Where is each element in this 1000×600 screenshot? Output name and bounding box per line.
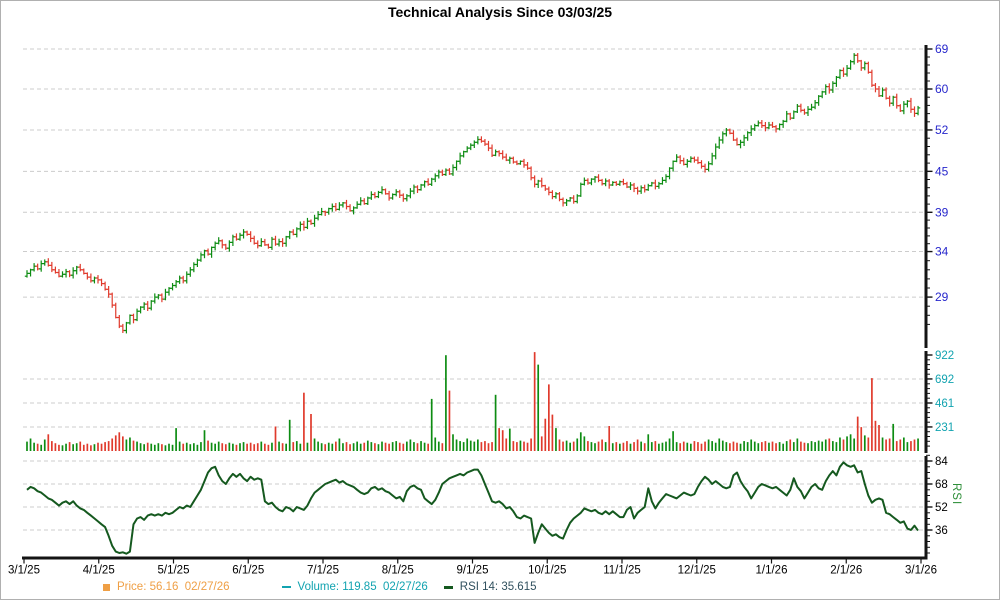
technical-analysis-chart: Technical Analysis Since 03/03/25 696052… — [0, 0, 1000, 600]
chart-canvas: 69 60 52 45 39 34 29 922 692 461 231 84 68 52 36 RSI 3/1… — [1, 1, 1000, 600]
svg-text:2/1/26: 2/1/26 — [830, 565, 862, 577]
svg-text:692: 692 — [935, 374, 954, 386]
x-axis: 3/1/25 4/1/25 5/1/25 6/1/25 7/1/25 8/1/25 9/1/… — [8, 558, 937, 577]
svg-text:4/1/25: 4/1/25 — [83, 565, 115, 577]
legend-item-rsi: RSI 14: 35.615 — [444, 581, 537, 593]
svg-text:52: 52 — [935, 502, 948, 514]
legend-price-text: Price: 56.16 02/27/26 — [117, 581, 230, 593]
svg-text:36: 36 — [935, 525, 948, 537]
svg-text:52: 52 — [935, 123, 949, 137]
svg-text:34: 34 — [935, 245, 949, 259]
svg-text:8/1/25: 8/1/25 — [382, 565, 414, 577]
gridlines — [23, 49, 926, 530]
price-axis: 69 60 52 45 39 34 29 — [926, 42, 949, 324]
rsi-pane-line — [27, 462, 918, 553]
svg-text:60: 60 — [935, 82, 949, 96]
svg-text:6/1/25: 6/1/25 — [232, 565, 264, 577]
axes — [22, 45, 928, 558]
legend-rsi-text: RSI 14: 35.615 — [460, 581, 537, 593]
svg-text:1/1/26: 1/1/26 — [756, 565, 788, 577]
legend-item-price: Price: 56.16 02/27/26 — [103, 581, 230, 593]
legend-volume-text: Volume: 119.85 02/27/26 — [298, 581, 428, 593]
volume-axis: 922 692 461 231 — [926, 350, 954, 446]
rsi-swatch-icon — [444, 586, 453, 589]
svg-text:45: 45 — [935, 164, 949, 178]
price-swatch-icon — [103, 584, 110, 591]
svg-text:84: 84 — [935, 456, 948, 468]
volume-swatch-icon — [282, 586, 291, 588]
volume-pane-bars — [27, 352, 918, 451]
svg-text:RSI: RSI — [950, 483, 962, 505]
svg-text:39: 39 — [935, 205, 949, 219]
svg-text:7/1/25: 7/1/25 — [307, 565, 339, 577]
rsi-axis: 84 68 52 36 — [926, 455, 948, 553]
price-pane-ohlc-bars — [25, 53, 920, 333]
svg-text:231: 231 — [935, 422, 954, 434]
rsi-axis-side-label: RSI — [950, 483, 962, 505]
svg-text:9/1/25: 9/1/25 — [457, 565, 489, 577]
legend-item-volume: Volume: 119.85 02/27/26 — [282, 581, 428, 593]
svg-text:10/1/25: 10/1/25 — [528, 565, 566, 577]
svg-text:3/1/26: 3/1/26 — [905, 565, 937, 577]
svg-text:11/1/25: 11/1/25 — [603, 565, 641, 577]
svg-text:461: 461 — [935, 398, 954, 410]
svg-text:922: 922 — [935, 350, 954, 362]
svg-text:68: 68 — [935, 479, 948, 491]
svg-text:12/1/25: 12/1/25 — [678, 565, 716, 577]
svg-text:5/1/25: 5/1/25 — [158, 565, 190, 577]
svg-text:29: 29 — [935, 290, 949, 304]
svg-text:69: 69 — [935, 42, 949, 56]
legend: Price: 56.16 02/27/26 Volume: 119.85 02/… — [103, 581, 537, 593]
svg-text:3/1/25: 3/1/25 — [8, 565, 40, 577]
